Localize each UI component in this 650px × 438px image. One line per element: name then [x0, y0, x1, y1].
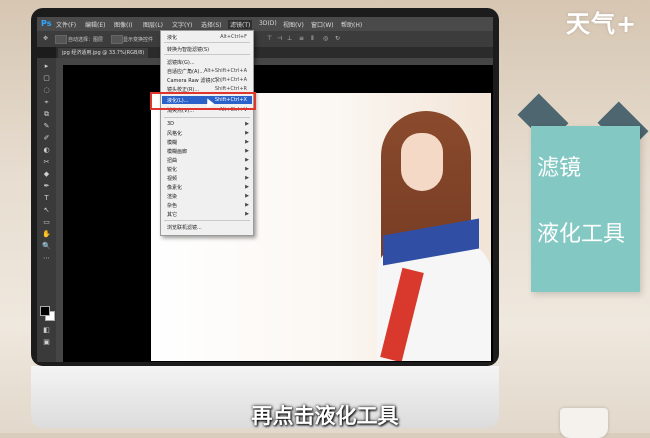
- menu-separator: [164, 42, 250, 43]
- submenu-arrow-icon: ▶: [245, 166, 249, 172]
- menu-select[interactable]: 选择(S): [199, 20, 224, 29]
- ruler-horizontal: [56, 58, 493, 65]
- submenu-arrow-icon: ▶: [245, 121, 249, 127]
- submenu-arrow-icon: ▶: [245, 211, 249, 217]
- note-title: 滤镜: [537, 156, 582, 181]
- submenu-arrow-icon: ▶: [245, 139, 249, 145]
- submenu-blur[interactable]: 模糊: [167, 139, 177, 146]
- submenu-arrow-icon: ▶: [245, 184, 249, 190]
- menu-image[interactable]: 图像(I): [112, 20, 134, 29]
- show-transform-label: 显示变换控件: [123, 37, 154, 43]
- filter-last-label[interactable]: 液化: [167, 34, 177, 41]
- submenu-arrow-icon: ▶: [245, 130, 249, 136]
- auto-select-checkbox[interactable]: [55, 35, 67, 44]
- note-subtitle: 液化工具: [537, 222, 626, 247]
- align-top-icon[interactable]: ⊤: [267, 35, 272, 42]
- ps-options-bar: ✥ 自动选择： 图层 显示变换控件 ⊤ ⊣ ⊥ ≡ ⦀ ◎ ↻: [37, 31, 493, 47]
- browse-filters-online-item[interactable]: 浏览联机滤镜...: [167, 224, 202, 231]
- submenu-pixelate[interactable]: 像素化: [167, 184, 182, 191]
- menu-window[interactable]: 窗口(W): [309, 20, 336, 29]
- tool-more-icon[interactable]: ⋯: [42, 254, 51, 263]
- menu-type[interactable]: 文字(Y): [170, 20, 194, 29]
- submenu-distort[interactable]: 扭曲: [167, 157, 177, 164]
- tool-text-icon[interactable]: T: [42, 194, 51, 203]
- submenu-blur-gallery[interactable]: 模糊画廊: [167, 148, 187, 155]
- layer-select[interactable]: 图层: [93, 36, 103, 43]
- document-tab[interactable]: jpg 经济适用.jpg @ 33.7%(RGB/8): [58, 48, 149, 58]
- menu-layer[interactable]: 图层(L): [141, 20, 165, 29]
- tool-hand-icon[interactable]: ✋: [42, 230, 51, 239]
- camera-raw-shortcut: Shift+Ctrl+A: [214, 77, 247, 83]
- tool-quick-select-icon[interactable]: ⌖: [42, 98, 51, 107]
- submenu-render[interactable]: 渲染: [167, 193, 177, 200]
- align-bottom-icon[interactable]: ⊥: [287, 35, 292, 42]
- submenu-arrow-icon: ▶: [245, 148, 249, 154]
- photoshop-logo-icon: Ps: [41, 19, 52, 28]
- submenu-sharpen[interactable]: 锐化: [167, 166, 177, 173]
- distribute-icon[interactable]: ≡: [299, 35, 304, 42]
- submenu-3d[interactable]: 3D: [167, 121, 174, 127]
- tool-lasso-icon[interactable]: ◌: [42, 86, 51, 95]
- tool-rectangle-icon[interactable]: ▭: [42, 218, 51, 227]
- menu-help[interactable]: 帮助(H): [339, 20, 364, 29]
- tool-screenmode-icon[interactable]: ▣: [42, 338, 51, 347]
- menu-separator: [164, 117, 250, 118]
- submenu-arrow-icon: ▶: [245, 157, 249, 163]
- show-transform-checkbox[interactable]: [111, 35, 123, 44]
- channel-logo: 天气+: [566, 10, 638, 38]
- distribute-h-icon[interactable]: ⦀: [311, 35, 314, 43]
- video-subtitle: 再点击液化工具: [251, 404, 399, 428]
- 3d-rotate-icon[interactable]: ↻: [335, 35, 340, 42]
- submenu-stylize[interactable]: 风格化: [167, 130, 182, 137]
- submenu-arrow-icon: ▶: [245, 202, 249, 208]
- convert-smart-filter-item[interactable]: 转换为智能滤镜(S): [167, 46, 209, 53]
- filter-menu: 液化 Alt+Ctrl+F 转换为智能滤镜(S) 滤镜库(G)... 自适应广角…: [160, 30, 254, 236]
- tool-quickmask-icon[interactable]: ◧: [42, 326, 51, 335]
- menu-file[interactable]: 文件(F): [54, 20, 78, 29]
- ruler-vertical: [56, 65, 63, 362]
- move-tool-icon[interactable]: ✥: [43, 35, 48, 42]
- tool-clone-icon[interactable]: ✂: [42, 158, 51, 167]
- adaptive-wide-angle-item[interactable]: 自适应广角(A)...: [167, 68, 204, 75]
- 3d-mode-icon[interactable]: ◎: [323, 35, 328, 42]
- tool-brush-icon[interactable]: ◐: [42, 146, 51, 155]
- menu-edit[interactable]: 编辑(E): [83, 20, 107, 29]
- ps-menubar: Ps 文件(F) 编辑(E) 图像(I) 图层(L) 文字(Y) 选择(S) 滤…: [37, 17, 493, 31]
- tool-zoom-icon[interactable]: 🔍: [42, 242, 51, 251]
- tool-path-select-icon[interactable]: ↖: [42, 206, 51, 215]
- highlight-box: [150, 92, 256, 110]
- submenu-noise[interactable]: 杂色: [167, 202, 177, 209]
- auto-select-label: 自动选择：: [68, 37, 94, 43]
- tool-eyedropper-icon[interactable]: ✎: [42, 122, 51, 131]
- align-middle-icon[interactable]: ⊣: [277, 35, 282, 42]
- menu-3d[interactable]: 3D(D): [257, 20, 279, 27]
- menu-separator: [164, 220, 250, 221]
- adaptive-wide-angle-shortcut: Alt+Shift+Ctrl+A: [203, 68, 247, 74]
- document-tabbar: jpg 经济适用.jpg @ 33.7%(RGB/8): [56, 47, 493, 58]
- submenu-arrow-icon: ▶: [245, 193, 249, 199]
- tool-marquee-icon[interactable]: ▢: [42, 74, 51, 83]
- menu-separator: [164, 54, 250, 55]
- submenu-video[interactable]: 视频: [167, 175, 177, 182]
- tool-healing-icon[interactable]: ✐: [42, 134, 51, 143]
- filter-last-shortcut: Alt+Ctrl+F: [220, 34, 247, 40]
- menu-view[interactable]: 视图(V): [281, 20, 306, 29]
- tool-crop-icon[interactable]: ⧉: [42, 110, 51, 119]
- tool-move-icon[interactable]: ▸: [42, 62, 51, 71]
- foreground-color-swatch[interactable]: [40, 306, 50, 316]
- filter-gallery-item[interactable]: 滤镜库(G)...: [167, 59, 195, 66]
- photo-face: [401, 133, 443, 191]
- tool-history-brush-icon[interactable]: ◆: [42, 170, 51, 179]
- menu-filter[interactable]: 滤镜(T): [228, 20, 253, 29]
- submenu-arrow-icon: ▶: [245, 175, 249, 181]
- tool-pen-icon[interactable]: ✒: [42, 182, 51, 191]
- submenu-other[interactable]: 其它: [167, 211, 177, 218]
